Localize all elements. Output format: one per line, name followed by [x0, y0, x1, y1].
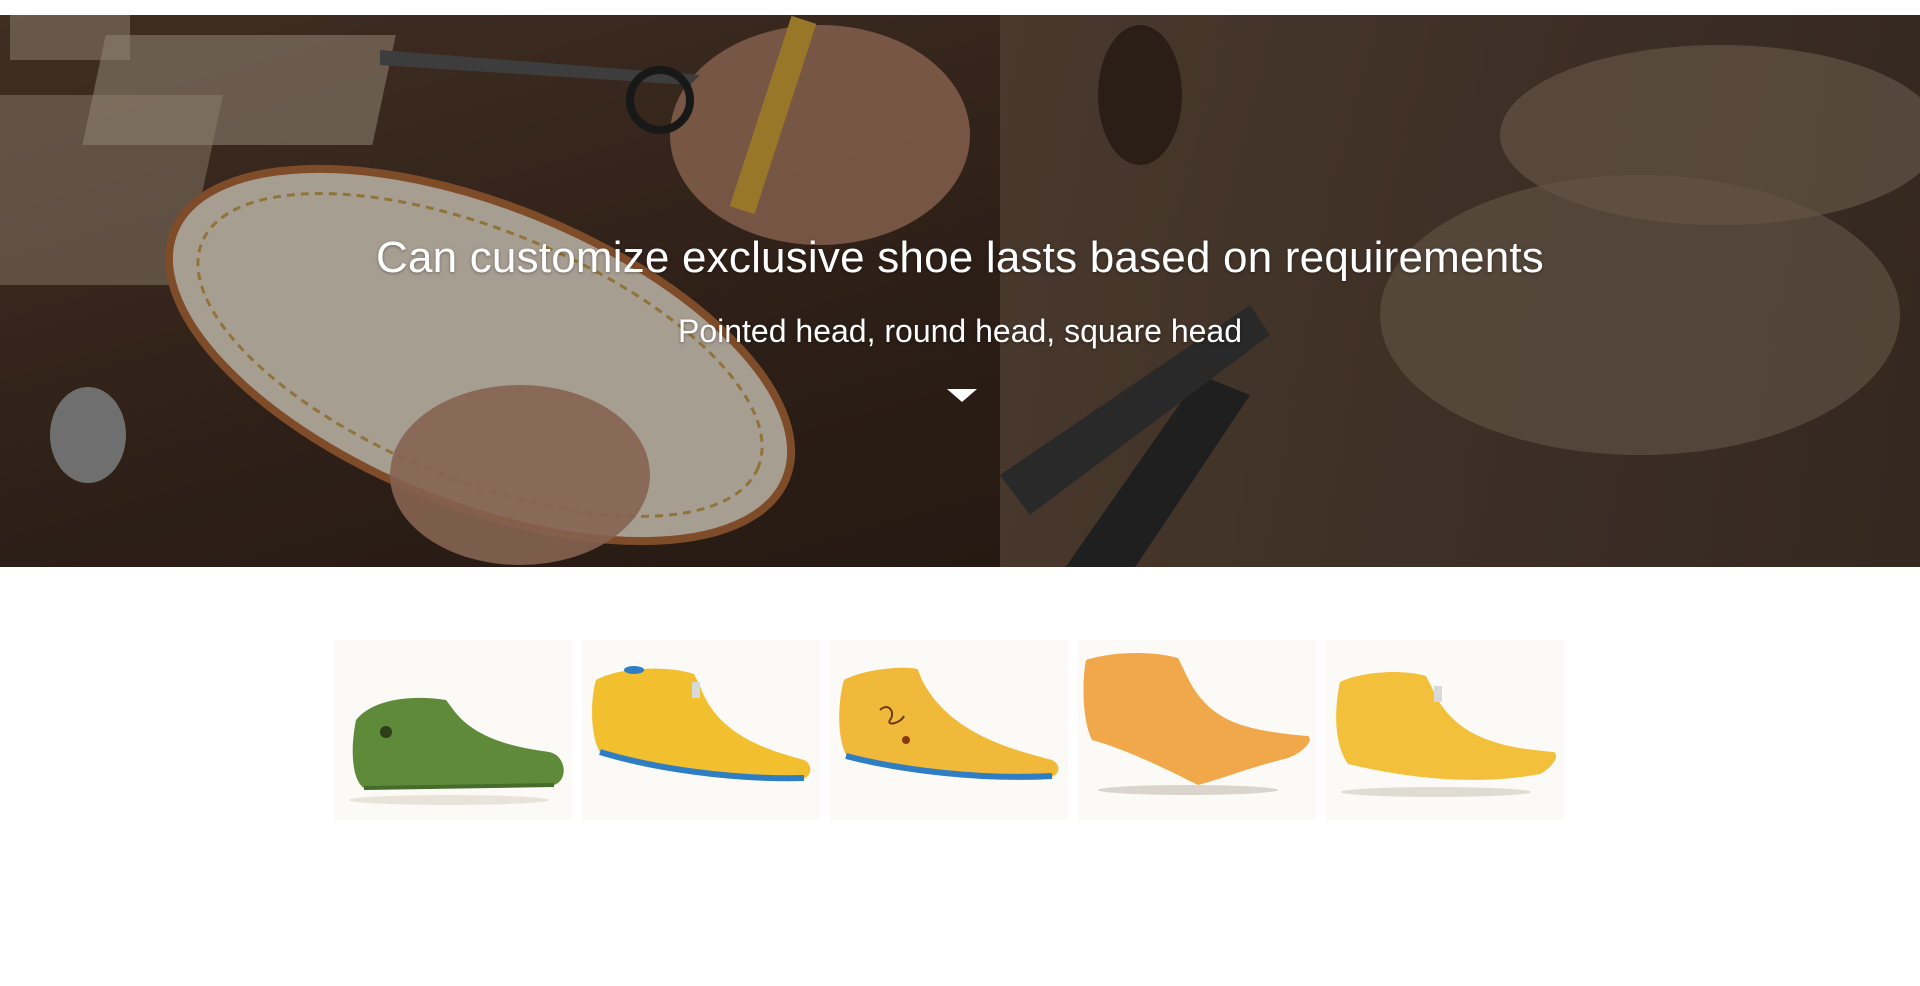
hero-subtitle: Pointed head, round head, square head — [677, 313, 1242, 349]
orange-shoe-last-image — [1083, 653, 1310, 795]
product-gallery — [334, 640, 1564, 820]
caret-down-icon[interactable] — [947, 389, 977, 402]
yellow-shoe-last-image — [592, 666, 811, 782]
hero-banner: Can customize exclusive shoe lasts based… — [0, 15, 1920, 567]
green-shoe-last-image — [349, 697, 564, 805]
product-card-green-shoe-last[interactable] — [334, 640, 572, 820]
yellow-pointed-shoe-last-image — [1336, 672, 1557, 797]
product-card-orange-pointed-shoe-last[interactable] — [1078, 640, 1316, 820]
product-card-yellow-shoe-last-marked[interactable] — [830, 640, 1068, 820]
hero-title: Can customize exclusive shoe lasts based… — [375, 233, 1544, 282]
product-card-yellow-pointed-shoe-last[interactable] — [1326, 640, 1564, 820]
hero-text-block: Can customize exclusive shoe lasts based… — [0, 15, 1920, 567]
yellow-marked-shoe-last-image — [839, 667, 1059, 780]
page: Can customize exclusive shoe lasts based… — [0, 0, 1920, 986]
product-card-yellow-shoe-last-blue-sole[interactable] — [582, 640, 820, 820]
